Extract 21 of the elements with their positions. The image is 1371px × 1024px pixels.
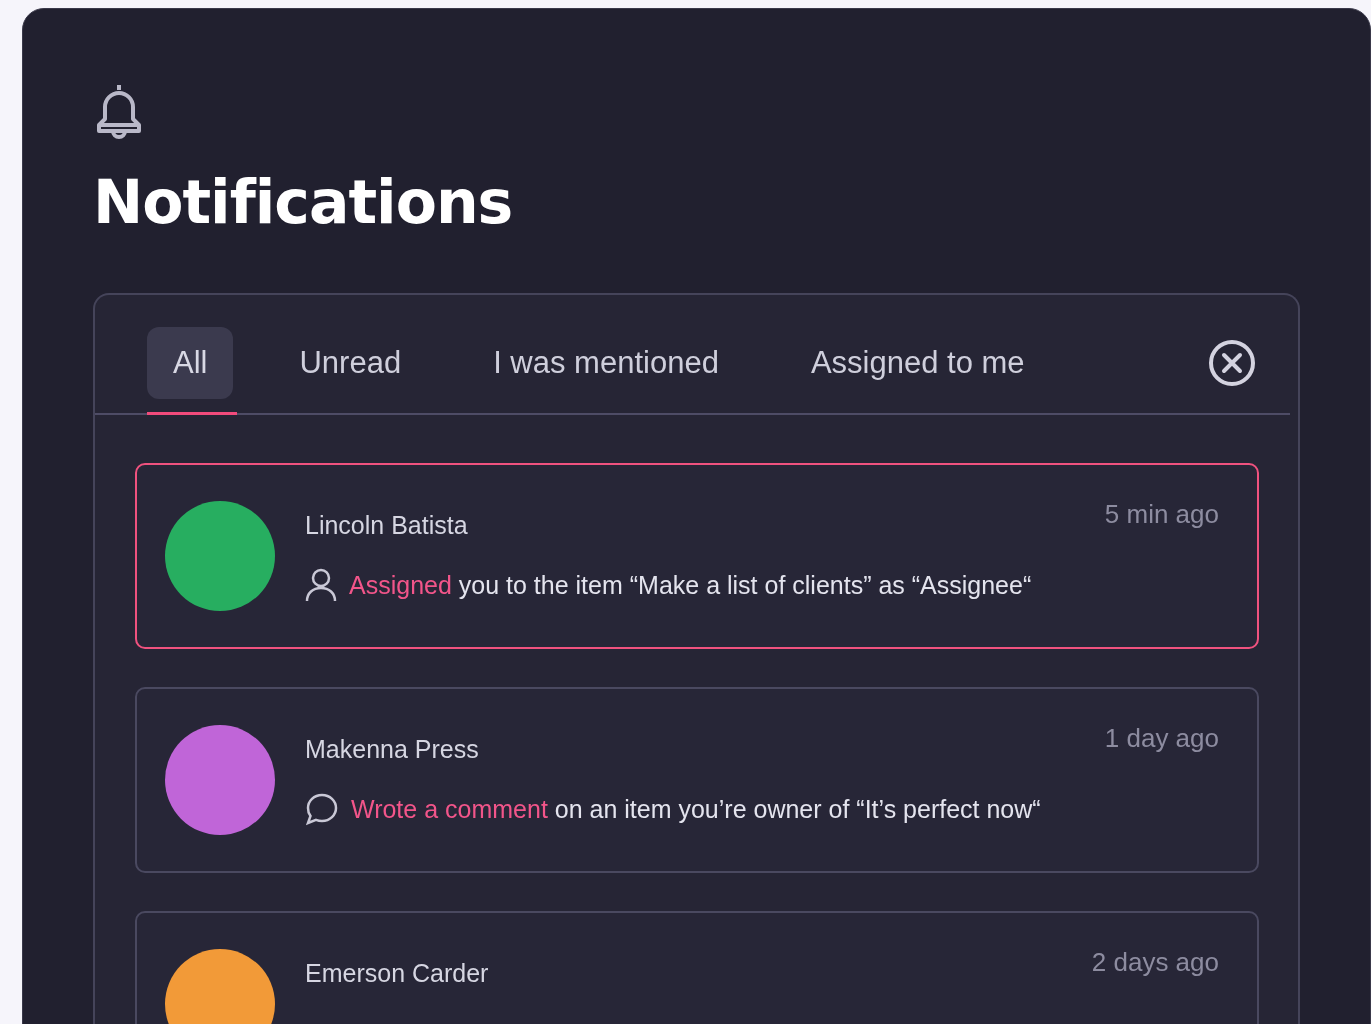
close-button[interactable] [1208, 339, 1256, 387]
filter-tab[interactable]: Assigned to me [784, 327, 1051, 399]
page-title: Notifications [93, 167, 514, 237]
sender-name: Emerson Carder [305, 959, 489, 988]
time-label: 2 days ago [1091, 947, 1219, 978]
notification-item[interactable]: Lincoln Batista 5 min ago Assigned you to the item “Make a list of clients” as “Assignee“ [135, 463, 1259, 649]
person-icon [305, 568, 337, 602]
filter-tab[interactable]: All [147, 327, 234, 399]
comment-icon [305, 792, 339, 826]
notification-message: Assigned you to the item “Make a list of clients” as “Assignee“ [349, 570, 1032, 600]
notification-message: Wrote a comment on an item you’re owner of “It’s perfect now“ [351, 794, 1041, 824]
action-link[interactable]: Wrote a comment [351, 794, 548, 823]
time-label: 1 day ago [1104, 723, 1219, 754]
sender-name: Makenna Press [305, 735, 479, 764]
notification-item[interactable]: Makenna Press 1 day ago Wrote a comment on an item you’re owner of “It’s perfect now“ [135, 687, 1259, 873]
sender-name: Lincoln Batista [305, 511, 468, 540]
time-label: 5 min ago [1104, 499, 1219, 530]
filter-tab[interactable]: Unread [273, 327, 428, 399]
filter-tab[interactable]: I was mentioned [467, 327, 745, 399]
notification-item[interactable]: Emerson Carder 2 days ago [135, 911, 1259, 1024]
action-link[interactable]: Assigned [349, 570, 452, 599]
